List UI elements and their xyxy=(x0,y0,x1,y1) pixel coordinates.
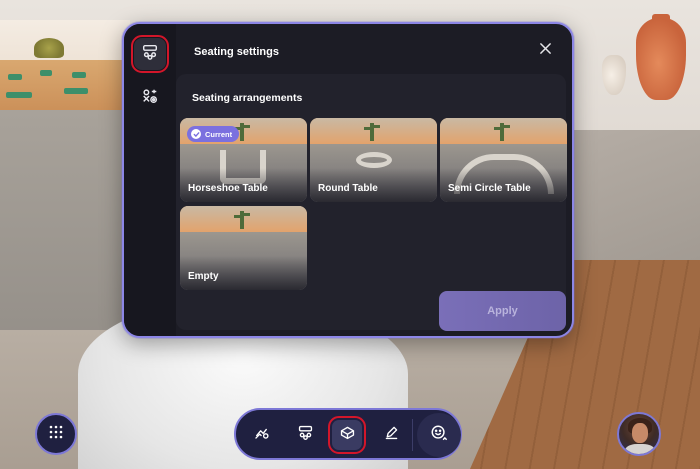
seating-settings-panel: Seating settings Seating arrangements Cu… xyxy=(122,22,574,338)
seating-tab-button[interactable] xyxy=(131,35,169,73)
toolbar-divider xyxy=(412,419,413,451)
layout-settings-icon xyxy=(141,87,159,110)
seating-option-empty[interactable]: Empty xyxy=(180,206,307,290)
current-badge: Current xyxy=(187,126,240,142)
user-avatar[interactable] xyxy=(617,412,661,456)
check-icon xyxy=(191,129,201,139)
cactus-decoration xyxy=(234,211,250,229)
distant-seat xyxy=(64,88,88,94)
cactus-decoration xyxy=(494,123,510,141)
side-rail xyxy=(124,24,176,336)
emoji-button[interactable] xyxy=(417,413,461,457)
seating-option-semi-circle[interactable]: Semi Circle Table xyxy=(440,118,567,202)
close-button[interactable] xyxy=(536,42,554,60)
seating-option-label: Semi Circle Table xyxy=(448,183,531,194)
avatar-react-icon xyxy=(253,424,270,446)
pen-button[interactable] xyxy=(376,420,406,450)
seating-icon xyxy=(141,43,159,66)
terracotta-vase xyxy=(636,18,686,100)
bottom-toolbar xyxy=(234,408,462,460)
avatar-react-button[interactable] xyxy=(246,420,276,450)
avatar-face xyxy=(632,423,648,443)
emoji-icon xyxy=(430,424,448,447)
cactus-decoration xyxy=(364,123,380,141)
seating-option-label: Round Table xyxy=(318,183,378,194)
seating-button[interactable] xyxy=(290,420,320,450)
seating-option-round[interactable]: Round Table xyxy=(310,118,437,202)
apply-button[interactable]: Apply xyxy=(439,291,566,331)
distant-seat xyxy=(8,74,22,80)
distant-seat xyxy=(40,70,52,76)
round-table-shape xyxy=(356,152,392,168)
seating-option-label: Horseshoe Table xyxy=(188,183,268,194)
pen-icon xyxy=(383,424,400,446)
panel-title: Seating settings xyxy=(194,46,279,58)
seating-option-horseshoe[interactable]: Current Horseshoe Table xyxy=(180,118,307,202)
seating-content: Seating arrangements Current Horseshoe T… xyxy=(176,74,567,331)
plant-decoration xyxy=(34,38,64,58)
seating-icon xyxy=(297,424,314,446)
distant-seat xyxy=(6,92,32,98)
apps-button[interactable] xyxy=(35,413,77,455)
current-badge-label: Current xyxy=(205,129,233,139)
apps-grid-icon xyxy=(49,425,63,444)
room-settings-button[interactable] xyxy=(328,416,366,454)
room-settings-icon xyxy=(339,424,356,446)
section-title: Seating arrangements xyxy=(192,92,303,104)
layout-settings-tab-button[interactable] xyxy=(134,82,166,114)
distant-seat xyxy=(72,72,86,78)
cactus-decoration xyxy=(234,123,250,141)
seating-option-label: Empty xyxy=(188,271,219,282)
close-icon xyxy=(539,42,552,60)
